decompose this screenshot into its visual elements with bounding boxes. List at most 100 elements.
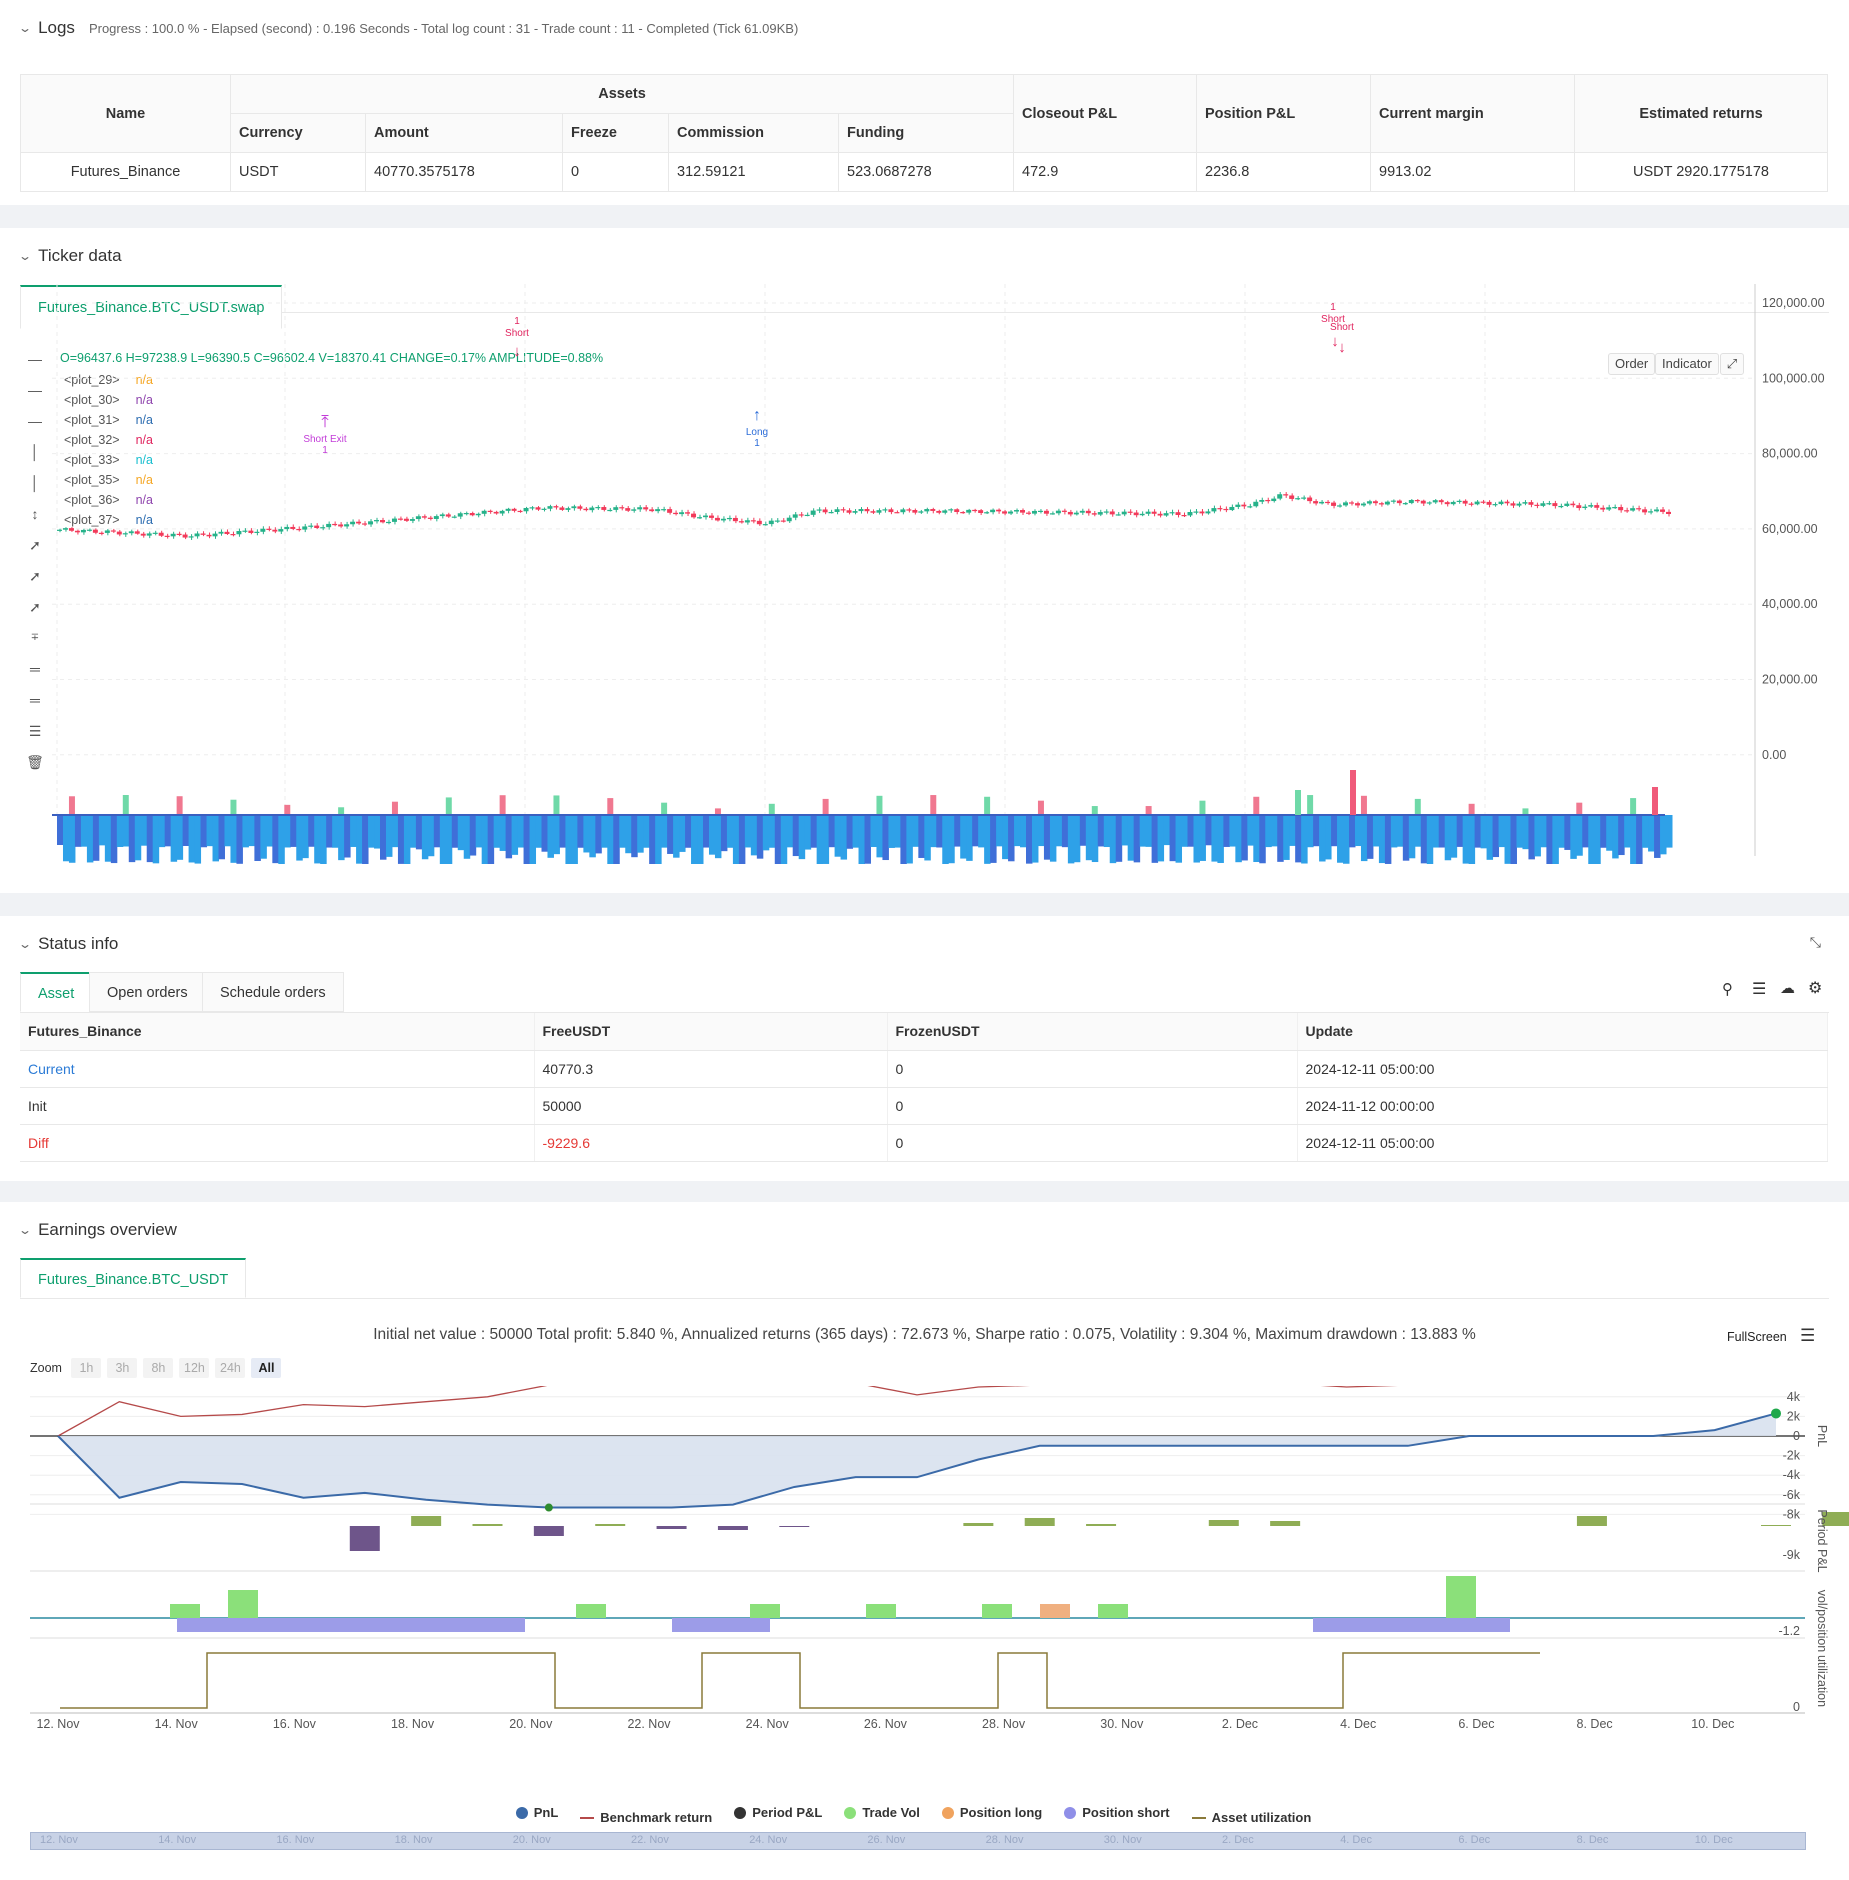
tab-schedule-orders[interactable]: Schedule orders [202,972,344,1012]
volume-spike [1414,798,1421,815]
candle-body [1360,503,1366,506]
x-tick-label: 2024-12 [1222,863,1268,864]
candle-body [493,511,499,514]
volume-bar [1546,815,1553,864]
zoom-1h[interactable]: 1h [71,1358,102,1378]
trade-vol-bar [866,1604,896,1618]
volume-bar [1061,815,1069,848]
legend-item[interactable]: Trade Vol [844,1805,920,1820]
volume-bar [469,815,477,856]
candle-body [834,509,840,512]
util-tick-label: 0 [1793,1700,1800,1714]
volume-bar [732,815,740,864]
volume-bar [565,815,572,864]
earnings-chart[interactable]: 6k4k2k0-2k-4k-6k-8k-9k-1.2012. Nov14. No… [0,1386,1849,1806]
pnl-area [58,1413,1776,1508]
period-pnl-bar [779,1526,810,1527]
volume-bar [804,815,812,850]
candle-body [667,509,673,513]
volume-spike [1652,787,1658,815]
candle-body [1163,513,1169,516]
trade-vol-bar [576,1604,606,1618]
candle-body [631,509,637,511]
volume-bar [1283,815,1290,860]
volume-bar [589,815,596,858]
candle-body [1259,499,1265,502]
trade-vol-bar [170,1604,200,1618]
volume-bar [661,815,668,848]
zoom-12h[interactable]: 12h [179,1358,210,1378]
volume-bar [882,815,889,861]
legend-item[interactable]: Asset utilization [1191,1810,1311,1825]
candle-body [1175,512,1181,515]
download-icon[interactable]: ☁ [1780,979,1795,997]
legend-item[interactable]: Period P&L [734,1805,822,1820]
volume-bar [571,815,578,864]
zoom-3h[interactable]: 3h [107,1358,138,1378]
search-icon[interactable]: ⚲ [1722,980,1733,998]
zoom-24h[interactable]: 24h [215,1358,246,1378]
candle-body [846,510,852,513]
candle-body [266,528,272,530]
candle-body [595,507,601,509]
candle-body [858,509,864,512]
volume-bar [116,815,124,847]
status-header[interactable]: ⌄ Status info [18,934,118,954]
legend-item[interactable]: PnL [515,1805,558,1820]
candle-body [338,524,344,527]
legend-item[interactable]: Position short [1064,1805,1170,1820]
chevron-down-icon[interactable]: ⌄ [18,249,32,263]
period-pnl-bar [963,1523,994,1526]
volume-bar [1420,815,1428,864]
candle-body [1091,513,1097,515]
volume-spike [1350,770,1356,815]
candle-body [1540,503,1546,506]
chevron-down-icon[interactable]: ⌄ [18,1223,32,1237]
zoom-all[interactable]: All [251,1358,282,1378]
candlestick-chart[interactable]: 120,000.00100,000.0080,000.0060,000.0040… [0,284,1849,864]
tab-earnings-symbol[interactable]: Futures_Binance.BTC_USDT [20,1258,247,1298]
volume-bar [122,815,130,847]
candle-body [1043,510,1049,514]
volume-bar [1043,815,1051,860]
volume-spike [1307,795,1314,815]
legend-marker [734,1806,747,1819]
volume-bar [541,815,548,852]
fullscreen-button[interactable]: FullScreen [1727,1330,1787,1344]
candle-body [607,509,613,512]
legend-item[interactable]: Position long [941,1805,1042,1820]
cell-freeze: 0 [562,152,669,192]
candle-body [643,507,649,510]
volume-bar [242,815,249,848]
volume-bar [1384,815,1392,864]
tab-asset[interactable]: Asset [20,972,93,1012]
candle-body [1289,495,1295,499]
candle-body [1516,503,1522,506]
gear-icon[interactable]: ⚙ [1808,978,1822,998]
menu-icon[interactable]: ☰ [1800,1326,1815,1346]
legend-item[interactable]: Benchmark return [580,1810,712,1825]
volume-bar [1486,815,1494,860]
earnings-header[interactable]: ⌄ Earnings overview [18,1220,177,1240]
volume-bar [756,815,764,859]
tab-open-orders[interactable]: Open orders [89,972,206,1012]
candle-body [1229,506,1235,511]
ticker-header[interactable]: ⌄ Ticker data [18,246,122,266]
candle-body [146,533,152,536]
collapse-icon[interactable]: ⤡ [1810,934,1821,951]
status-label-current[interactable]: Current [20,1050,535,1088]
y-tick-label: 120,000.00 [1762,296,1825,310]
volume-bar [1145,815,1153,847]
volume-bar [1014,815,1021,847]
chevron-down-icon[interactable]: ⌄ [18,937,32,951]
volume-bar [1133,815,1141,863]
x-tick-label: 16. Nov [273,1717,317,1731]
columns-icon[interactable]: ☰ [1752,979,1766,999]
volume-bar [403,815,411,864]
col-assets: Assets [230,74,1014,114]
candle-body [1349,502,1354,504]
zoom-8h[interactable]: 8h [143,1358,174,1378]
chevron-down-icon[interactable]: ⌄ [18,21,32,35]
candle-body [242,530,248,532]
logs-header[interactable]: ⌄ Logs Progress : 100.0 % - Elapsed (sec… [18,18,798,38]
